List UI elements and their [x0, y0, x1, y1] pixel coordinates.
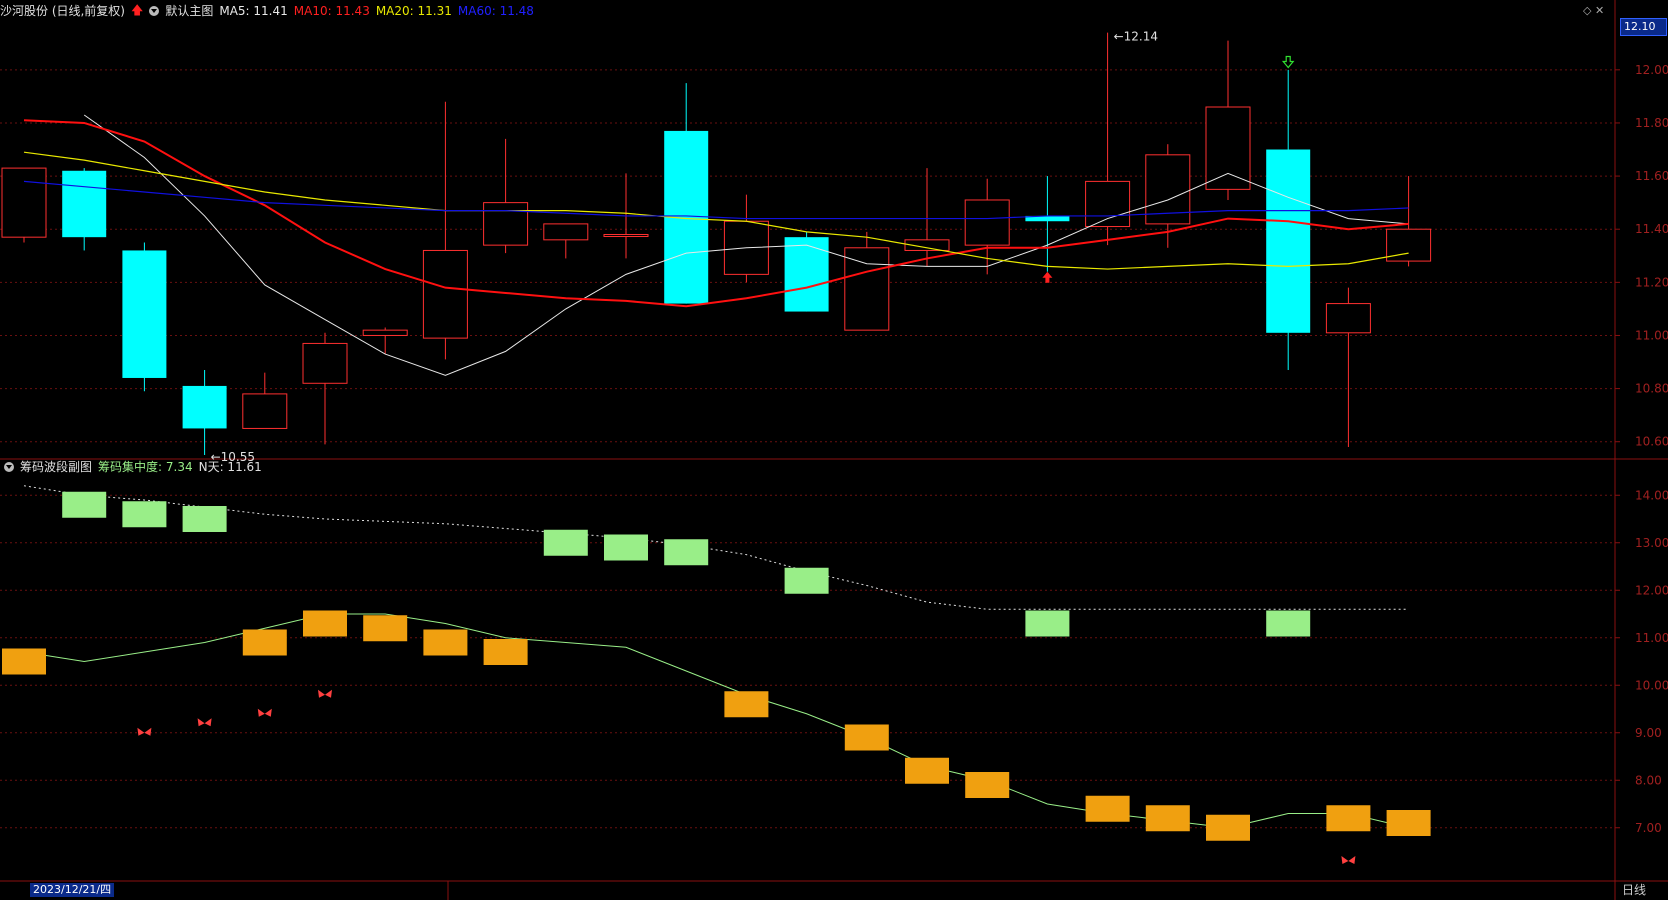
chip-block-orange: [363, 615, 408, 642]
candle-body: [1085, 180, 1131, 228]
candle-body: [122, 250, 167, 378]
chip-block-green: [122, 501, 167, 528]
chip-block-orange: [965, 772, 1010, 798]
close-icon[interactable]: ✕: [1595, 4, 1604, 17]
price-annotation: ←12.14: [1114, 30, 1158, 44]
chip-block-green: [1025, 610, 1070, 637]
chip-block-orange: [423, 629, 468, 656]
ma20-label: MA20: 11.31: [375, 4, 452, 18]
ma-line-ma20: [23, 151, 1409, 270]
stock-title[interactable]: 沙河股份 (日线,前复权): [0, 3, 125, 19]
candle-body: [182, 385, 227, 429]
y-tick-label: 12.00: [1635, 583, 1668, 597]
candle-body: [1, 167, 47, 238]
ma5-label: MA5: 11.41: [219, 4, 288, 18]
candle-body: [302, 342, 348, 384]
butterfly-icon: [318, 689, 332, 698]
n-days-label: N天: 11.61: [198, 460, 262, 474]
cursor-date: 2023/12/21/四: [30, 883, 115, 897]
chip-block-orange: [242, 629, 287, 656]
chip-block-orange: [1326, 805, 1371, 832]
butterfly-icon: [137, 727, 152, 736]
chip-block-green: [62, 491, 107, 518]
y-tick-label: 11.40: [1635, 222, 1668, 236]
candle-body: [242, 393, 288, 429]
chip-block-orange: [844, 724, 889, 751]
dropdown-icon[interactable]: [149, 6, 160, 16]
up-arrow-icon: [1042, 271, 1053, 283]
chip-block-orange: [724, 691, 769, 718]
chip-block-orange: [905, 757, 949, 784]
y-tick-label: 13.00: [1635, 536, 1668, 550]
chip-block-green: [182, 506, 227, 532]
y-tick-label: 12.00: [1635, 63, 1668, 77]
ma-line-ma60: [23, 180, 1409, 220]
chip-block-green: [604, 534, 648, 561]
template-name[interactable]: 默认主图: [165, 3, 213, 19]
chart-canvas[interactable]: 12.00 11.80 11.60 11.40 11.20 11.00 10.80 10.60…: [0, 0, 1668, 900]
dropdown-icon[interactable]: [4, 462, 14, 472]
candle-body: [1266, 149, 1311, 333]
corner-controls[interactable]: ◇ ✕: [1583, 4, 1604, 17]
y-tick-label: 11.60: [1635, 169, 1668, 183]
candle-body: [1325, 303, 1371, 334]
chip-block-orange: [483, 639, 528, 665]
candle-body: [603, 234, 649, 238]
candle-body: [844, 247, 890, 331]
butterfly-icon: [197, 718, 212, 727]
chip-block-orange: [1206, 814, 1250, 841]
main-chart-header: 沙河股份 (日线,前复权) 🡅 默认主图 MA5: 11.41 MA10: 11…: [0, 2, 534, 20]
y-tick-label: 9.00: [1635, 726, 1662, 740]
y-tick-label: 10.00: [1635, 678, 1668, 692]
candle-body: [362, 329, 408, 336]
chip-block-green: [664, 539, 709, 566]
chip-block-green: [784, 567, 829, 594]
chip-block-orange: [1145, 805, 1190, 832]
chip-block-orange: [1085, 795, 1130, 822]
concentration-label: 筹码集中度: 7.34: [98, 460, 193, 474]
candle-body: [483, 202, 529, 246]
sub-chart-title[interactable]: 筹码波段副图: [20, 459, 92, 475]
chip-block-green: [1266, 610, 1311, 637]
y-tick-label: 11.20: [1635, 275, 1668, 289]
candle-body: [1205, 106, 1251, 190]
ma10-label: MA10: 11.43: [293, 4, 370, 18]
ma60-label: MA60: 11.48: [457, 4, 534, 18]
chip-block-orange: [2, 648, 46, 675]
sub-chart-header: 筹码波段副图 筹码集中度: 7.34 N天: 11.61: [0, 458, 262, 476]
period-label[interactable]: 日线: [1622, 883, 1646, 897]
candle-body: [543, 223, 589, 241]
y-tick-label: 10.60: [1635, 435, 1668, 449]
ma-line-ma10: [23, 119, 1409, 308]
up-arrow-icon: 🡅: [131, 2, 144, 17]
chip-block-green: [543, 529, 588, 556]
chip-block-orange: [1386, 810, 1431, 836]
chip-block-orange: [303, 610, 347, 637]
candle-body: [964, 199, 1010, 246]
y-tick-label: 7.00: [1635, 821, 1662, 835]
candle-body: [62, 170, 107, 238]
y-tick-label: 11.80: [1635, 116, 1668, 130]
y-tick-label: 10.80: [1635, 382, 1668, 396]
diamond-icon[interactable]: ◇: [1583, 4, 1591, 17]
down-arrow-icon: [1281, 55, 1295, 69]
y-tick-label: 14.00: [1635, 488, 1668, 502]
y-tick-label: 11.00: [1635, 328, 1668, 342]
chip-cost-line: [23, 613, 1409, 829]
candle-body: [784, 237, 829, 312]
y-tick-label: 11.00: [1635, 631, 1668, 645]
current-price-tag: 12.10: [1620, 18, 1667, 36]
y-tick-label: 8.00: [1635, 773, 1662, 787]
butterfly-icon: [1341, 856, 1356, 864]
butterfly-icon: [257, 708, 272, 717]
candle-body: [422, 249, 468, 339]
